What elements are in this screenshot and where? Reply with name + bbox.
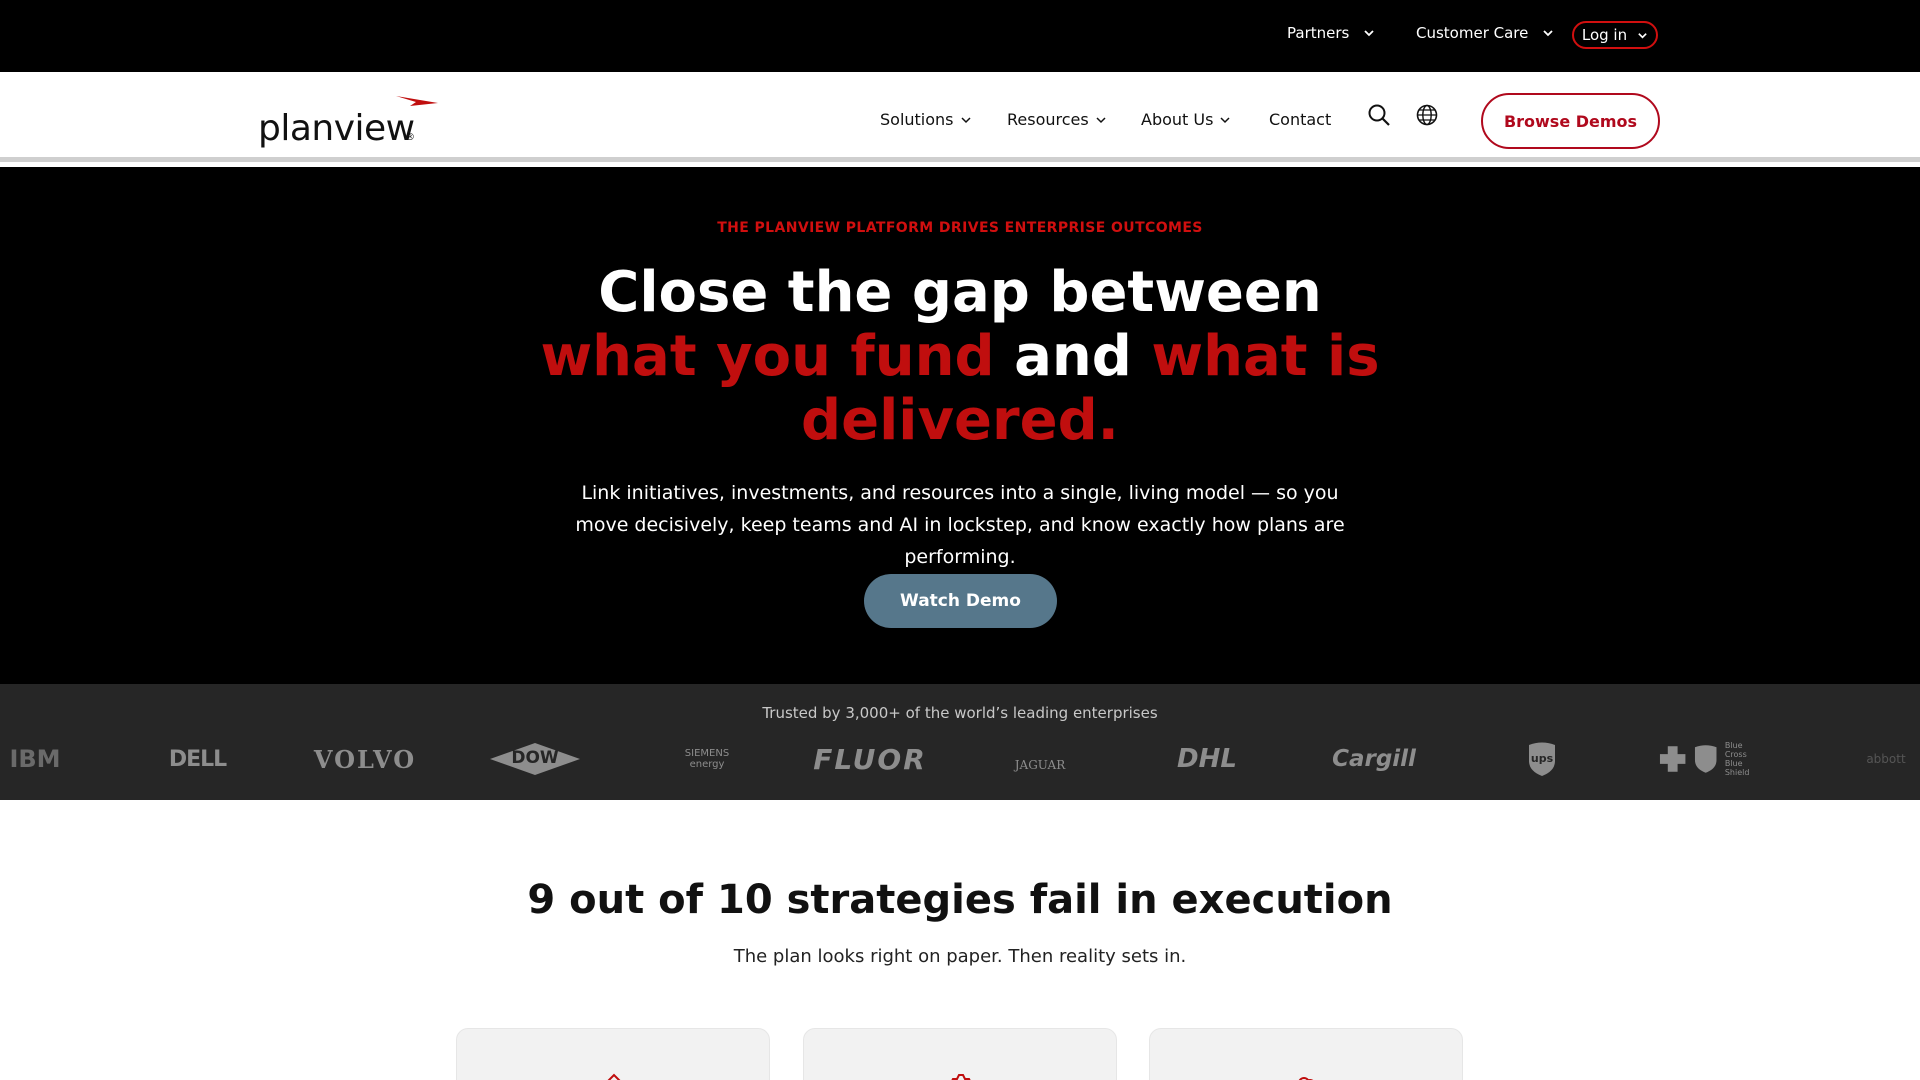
logo-text: planview	[258, 108, 415, 149]
fluor-logo: FLUOR	[813, 742, 927, 776]
headline-red-fund: what you fund	[540, 324, 995, 389]
globe-icon[interactable]	[1414, 102, 1440, 128]
bcbs-logo-text: Blue Cross Blue Shield	[1724, 741, 1750, 777]
section-title: 9 out of 10 strategies fail in execution	[527, 877, 1393, 923]
strategy-card-2	[803, 1028, 1117, 1080]
nav-about-label: About Us	[1141, 110, 1214, 129]
chevron-down-icon	[960, 116, 971, 123]
login-button[interactable]: Log in	[1572, 21, 1658, 49]
dow-logo: DOW	[488, 739, 582, 779]
abbott-logo: abbott	[1866, 752, 1906, 766]
blue-shield-icon	[1695, 745, 1717, 773]
chevron-down-icon	[1364, 30, 1374, 37]
search-icon[interactable]	[1366, 102, 1392, 128]
partners-label: Partners	[1287, 24, 1350, 42]
siemens-energy-logo: SIEMENS energy	[684, 748, 730, 770]
chevron-down-icon	[1220, 116, 1230, 123]
chat-bubbles-icon	[1298, 1077, 1314, 1080]
jaguar-logo: JAGUAR	[1014, 758, 1066, 772]
watch-demo-button[interactable]: Watch Demo	[864, 574, 1057, 628]
ibm-logo: IBM	[9, 745, 61, 773]
nav-resources[interactable]: Resources	[1007, 110, 1107, 129]
customer-care-menu[interactable]: Customer Care	[1416, 24, 1554, 42]
house-icon	[607, 1073, 621, 1080]
blue-cross-blue-shield-logo: Blue Cross Blue Shield	[1658, 739, 1764, 779]
nav-solutions-label: Solutions	[880, 110, 954, 129]
headline-line-2: what you fund and what is delivered.	[460, 325, 1460, 453]
partners-menu[interactable]: Partners	[1287, 24, 1375, 42]
hero-description: Link initiatives, investments, and resou…	[575, 482, 1345, 568]
headline-line-1: Close the gap between	[598, 260, 1322, 325]
ups-logo: ups	[1526, 739, 1558, 779]
main-header: planview ® Solutions Resources About Us …	[0, 72, 1920, 162]
dell-logo: DELL	[168, 746, 227, 772]
nav-contact-label: Contact	[1269, 110, 1332, 129]
cargill-logo: Cargill	[1332, 746, 1416, 772]
dow-logo-text: DOW	[511, 748, 559, 768]
ups-logo-text: ups	[1530, 752, 1554, 765]
blue-cross-icon	[1659, 746, 1686, 772]
section-subtitle: The plan looks right on paper. Then real…	[733, 946, 1187, 967]
nav-about-us[interactable]: About Us	[1141, 110, 1231, 129]
login-label: Log in	[1581, 26, 1628, 44]
chevron-down-icon	[1638, 32, 1647, 39]
headline-and: and	[994, 324, 1152, 389]
planview-logo[interactable]: planview ®	[258, 94, 438, 150]
browse-demos-button[interactable]: Browse Demos	[1481, 93, 1660, 149]
trusted-by-text: Trusted by 3,000+ of the world’s leading…	[762, 704, 1158, 722]
hero-section: THE PLANVIEW PLATFORM DRIVES ENTERPRISE …	[0, 167, 1920, 684]
hero-eyebrow: THE PLANVIEW PLATFORM DRIVES ENTERPRISE …	[717, 220, 1203, 236]
dhl-logo: DHL	[1177, 744, 1237, 774]
strategy-card-1	[456, 1028, 770, 1080]
customer-care-label: Customer Care	[1416, 24, 1529, 42]
volvo-logo: VOLVO	[313, 744, 417, 774]
hero-headline: Close the gap between what you fund and …	[460, 261, 1460, 453]
nav-resources-label: Resources	[1007, 110, 1089, 129]
nav-solutions[interactable]: Solutions	[880, 110, 972, 129]
strategy-card-3	[1149, 1028, 1463, 1080]
chevron-down-icon	[1096, 116, 1106, 123]
utility-bar: Partners Customer Care Log in	[0, 0, 1920, 72]
nav-contact[interactable]: Contact	[1269, 110, 1331, 129]
gear-icon	[951, 1074, 971, 1080]
chevron-down-icon	[1543, 30, 1554, 37]
logo-registered-mark: ®	[405, 132, 415, 143]
customer-logo-strip: Trusted by 3,000+ of the world’s leading…	[0, 684, 1920, 800]
